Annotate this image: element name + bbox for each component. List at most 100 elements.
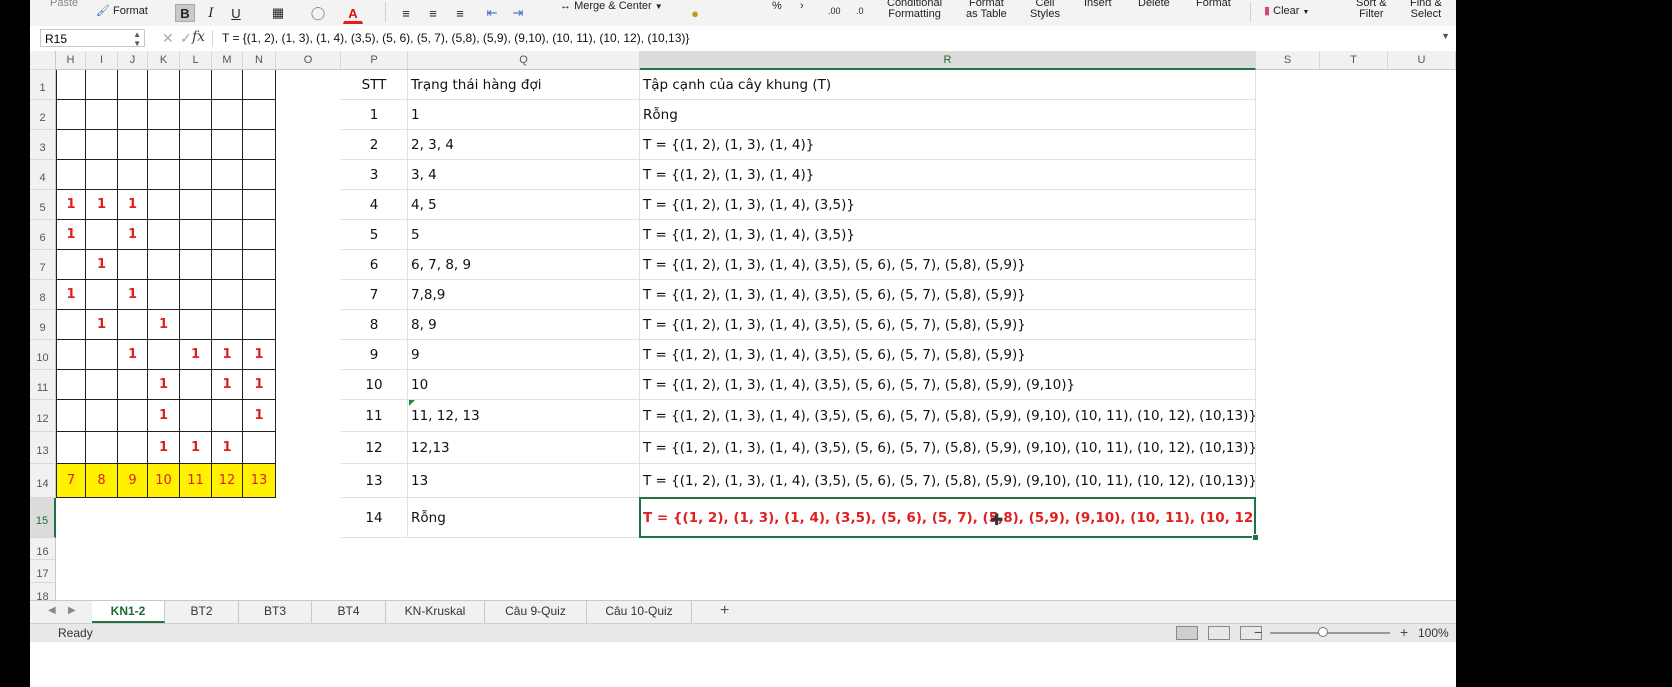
edges-cell[interactable]: T = {(1, 2), (1, 3), (1, 4), (3,5), (5, …: [640, 432, 1256, 464]
matrix-cell[interactable]: [243, 100, 276, 130]
matrix-cell[interactable]: [212, 280, 243, 310]
chevron-updown-icon[interactable]: ▲ ▼: [133, 30, 141, 48]
font-color-icon[interactable]: A: [343, 4, 363, 24]
sheet-tab-1[interactable]: KN1-2: [92, 601, 165, 623]
chevron-down-icon[interactable]: ▼: [1441, 31, 1450, 41]
matrix-cell[interactable]: [56, 250, 86, 280]
row-header-9[interactable]: 9: [30, 310, 56, 340]
edges-cell[interactable]: T = {(1, 2), (1, 3), (1, 4), (3,5)}: [640, 220, 1256, 250]
column-header-l[interactable]: L: [180, 51, 212, 70]
edges-cell[interactable]: T = {(1, 2), (1, 3), (1, 4)}: [640, 130, 1256, 160]
column-header-r[interactable]: R: [640, 51, 1256, 70]
matrix-cell[interactable]: [243, 220, 276, 250]
stt-cell[interactable]: 4: [341, 190, 408, 220]
paste-button[interactable]: Paste: [50, 0, 78, 9]
row-header-15[interactable]: 15: [30, 498, 56, 538]
matrix-cell[interactable]: [56, 160, 86, 190]
borders-icon[interactable]: ▦: [268, 4, 288, 22]
column-header-n[interactable]: N: [243, 51, 276, 70]
matrix-cell[interactable]: 1: [148, 400, 180, 432]
name-box[interactable]: R15 ▲ ▼: [40, 29, 145, 48]
bold-button[interactable]: B: [175, 4, 195, 22]
matrix-cell[interactable]: [86, 340, 118, 370]
stt-cell[interactable]: 8: [341, 310, 408, 340]
queue-cell[interactable]: Rỗng: [408, 498, 640, 538]
row-header-11[interactable]: 11: [30, 370, 56, 400]
column-header-i[interactable]: I: [86, 51, 118, 70]
matrix-label-cell[interactable]: 9: [118, 464, 148, 498]
matrix-cell[interactable]: 1: [243, 400, 276, 432]
stt-cell[interactable]: 1: [341, 100, 408, 130]
edges-cell[interactable]: T = {(1, 2), (1, 3), (1, 4), (3,5), (5, …: [640, 280, 1256, 310]
row-header-8[interactable]: 8: [30, 280, 56, 310]
queue-cell[interactable]: 13: [408, 464, 640, 498]
edges-cell[interactable]: T = {(1, 2), (1, 3), (1, 4), (3,5), (5, …: [640, 370, 1256, 400]
matrix-cell[interactable]: 1: [212, 370, 243, 400]
matrix-cell[interactable]: 1: [118, 220, 148, 250]
cancel-icon[interactable]: ✕: [162, 30, 174, 47]
matrix-cell[interactable]: [212, 310, 243, 340]
queue-cell[interactable]: 3, 4: [408, 160, 640, 190]
matrix-cell[interactable]: [118, 310, 148, 340]
matrix-cell[interactable]: [86, 70, 118, 100]
edges-cell[interactable]: T = {(1, 2), (1, 3), (1, 4), (3,5)}: [640, 190, 1256, 220]
matrix-cell[interactable]: 1: [118, 280, 148, 310]
matrix-cell[interactable]: [148, 340, 180, 370]
stt-cell[interactable]: 9: [341, 340, 408, 370]
row-header-12[interactable]: 12: [30, 400, 56, 432]
column-header-o[interactable]: O: [276, 51, 341, 70]
matrix-cell[interactable]: 1: [56, 190, 86, 220]
fill-color-icon[interactable]: ◯: [308, 4, 328, 22]
align-left-icon[interactable]: ≡: [396, 4, 416, 22]
sheet-tab-7[interactable]: Câu 10-Quiz: [587, 601, 692, 623]
zoom-level[interactable]: 100%: [1418, 626, 1449, 640]
queue-cell[interactable]: 7,8,9: [408, 280, 640, 310]
increase-decimal-icon[interactable]: .00: [828, 6, 841, 17]
conditional-formatting-button[interactable]: Conditional Formatting: [887, 0, 942, 20]
stt-cell[interactable]: 13: [341, 464, 408, 498]
matrix-cell[interactable]: [148, 160, 180, 190]
decrease-indent-icon[interactable]: ⇤: [482, 4, 502, 22]
matrix-cell[interactable]: [243, 130, 276, 160]
header-edges[interactable]: Tập cạnh của cây khung (T): [640, 70, 1256, 100]
matrix-cell[interactable]: [212, 190, 243, 220]
matrix-cell[interactable]: 1: [148, 310, 180, 340]
column-header-k[interactable]: K: [148, 51, 180, 70]
matrix-label-cell[interactable]: 11: [180, 464, 212, 498]
row-header-13[interactable]: 13: [30, 432, 56, 464]
row-header-5[interactable]: 5: [30, 190, 56, 220]
edges-cell[interactable]: Rỗng: [640, 100, 1256, 130]
fx-icon[interactable]: fx: [192, 29, 205, 45]
zoom-out-button[interactable]: −: [1254, 624, 1262, 640]
sheet-tab-5[interactable]: KN-Kruskal: [386, 601, 485, 623]
row-header-1[interactable]: 1: [30, 70, 56, 100]
matrix-label-cell[interactable]: 7: [56, 464, 86, 498]
find-select-button[interactable]: Find & Select: [1410, 0, 1442, 20]
edges-cell[interactable]: T = {(1, 2), (1, 3), (1, 4), (3,5), (5, …: [640, 464, 1256, 498]
row-header-4[interactable]: 4: [30, 160, 56, 190]
matrix-cell[interactable]: [243, 310, 276, 340]
matrix-cell[interactable]: [56, 400, 86, 432]
queue-cell[interactable]: 8, 9: [408, 310, 640, 340]
matrix-cell[interactable]: [118, 130, 148, 160]
matrix-cell[interactable]: 1: [118, 190, 148, 220]
matrix-cell[interactable]: 1: [148, 432, 180, 464]
row-header-16[interactable]: 16: [30, 538, 56, 560]
queue-cell[interactable]: 10: [408, 370, 640, 400]
matrix-cell[interactable]: 1: [212, 432, 243, 464]
matrix-cell[interactable]: [243, 280, 276, 310]
matrix-cell[interactable]: [212, 130, 243, 160]
formula-input[interactable]: T = {(1, 2), (1, 3), (1, 4), (3,5), (5, …: [222, 31, 689, 45]
stt-cell[interactable]: 3: [341, 160, 408, 190]
clear-button[interactable]: ▮ Clear ▼: [1264, 6, 1309, 18]
zoom-in-button[interactable]: +: [1400, 624, 1408, 640]
matrix-cell[interactable]: [118, 370, 148, 400]
sheet-tab-3[interactable]: BT3: [239, 601, 312, 623]
sheet-tab-2[interactable]: BT2: [165, 601, 239, 623]
add-sheet-button[interactable]: +: [720, 602, 729, 620]
matrix-cell[interactable]: [148, 70, 180, 100]
worksheet-grid[interactable]: H I J K L M N O P Q R S T U 1 2 3 4 5 6 7 8 9 10 11 12 13 14 15 16 17 1…: [30, 51, 1456, 629]
matrix-label-cell[interactable]: 12: [212, 464, 243, 498]
edges-cell[interactable]: T = {(1, 2), (1, 3), (1, 4), (3,5), (5, …: [640, 400, 1256, 432]
stt-cell[interactable]: 10: [341, 370, 408, 400]
